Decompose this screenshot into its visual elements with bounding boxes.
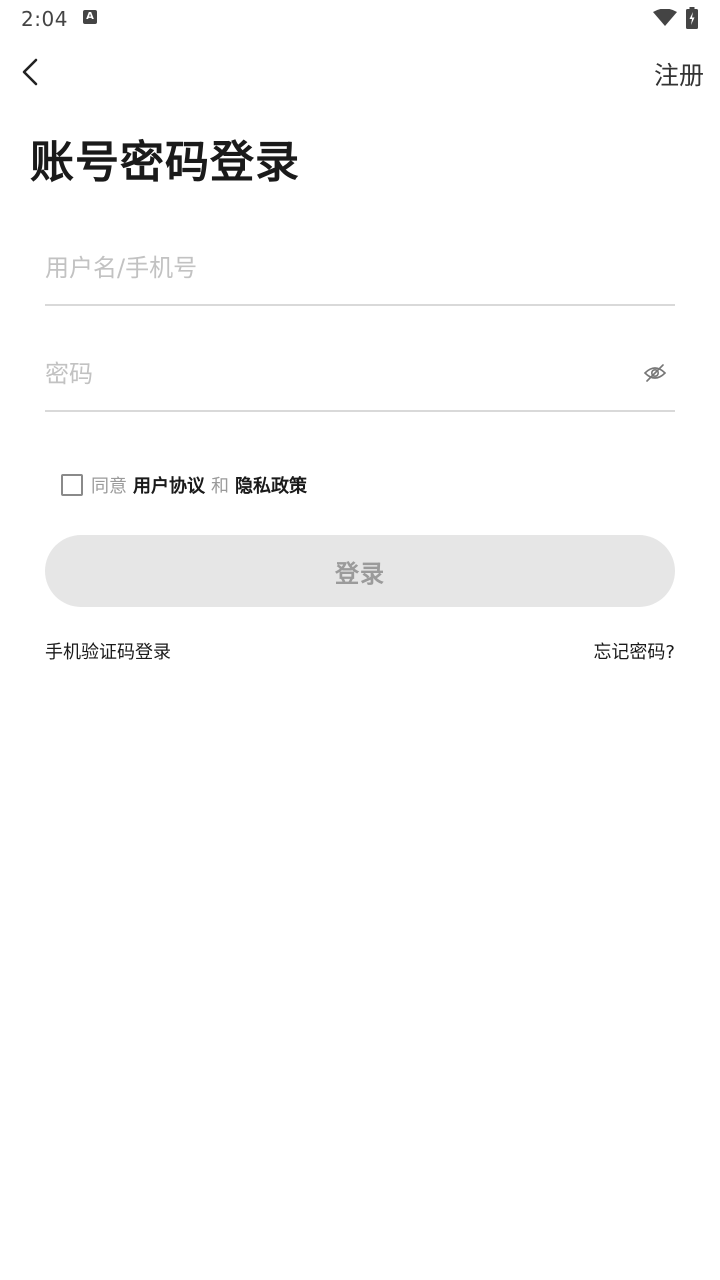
chevron-left-icon[interactable] — [16, 56, 46, 88]
status-time: 2:04 — [21, 7, 68, 31]
password-input[interactable] — [45, 344, 605, 404]
password-field-container — [45, 342, 675, 412]
sms-login-link[interactable]: 手机验证码登录 — [45, 638, 171, 664]
eye-off-icon[interactable] — [643, 361, 667, 385]
status-bar: 2:04 — [0, 0, 720, 36]
battery-charging-icon — [686, 7, 698, 29]
wifi-icon — [653, 9, 677, 26]
user-agreement-link[interactable]: 用户协议 — [133, 472, 205, 498]
forgot-password-link[interactable]: 忘记密码? — [593, 638, 675, 664]
agreement-checkbox[interactable] — [61, 474, 83, 496]
keyboard-a-icon — [83, 10, 97, 24]
username-field-container — [45, 236, 675, 306]
username-input[interactable] — [45, 238, 605, 298]
agreement-and: 和 — [211, 476, 229, 497]
page-title: 账号密码登录 — [30, 137, 300, 188]
privacy-policy-link[interactable]: 隐私政策 — [235, 472, 307, 498]
agreement-prefix: 同意 — [91, 476, 127, 497]
agreement-row: 同意 用户协议 和 隐私政策 — [61, 472, 307, 498]
login-button[interactable]: 登录 — [45, 535, 675, 607]
register-button[interactable]: 注册 — [654, 56, 704, 92]
login-screen: 2:04 注册 账号密码登录 同意 用户协议 和 — [0, 0, 720, 1280]
